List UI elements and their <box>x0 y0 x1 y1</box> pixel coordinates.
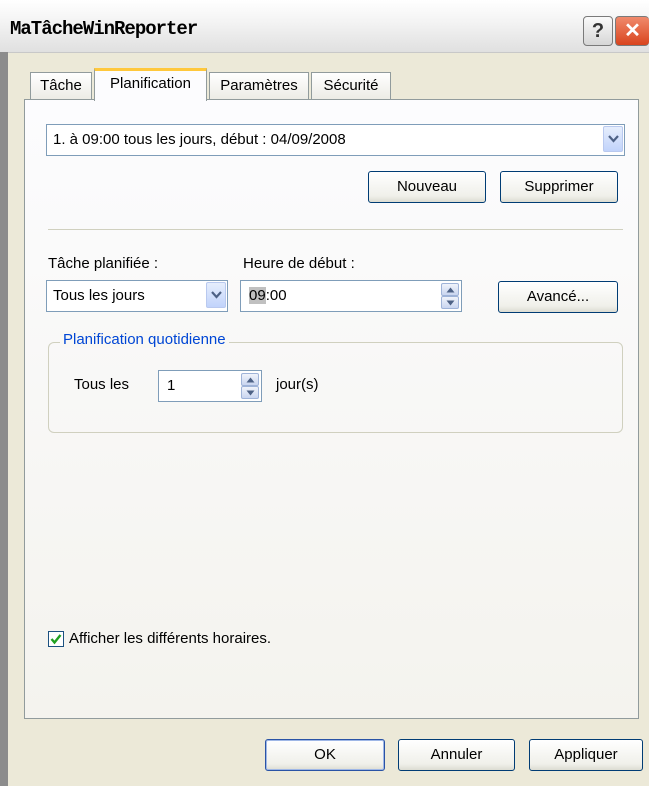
close-button[interactable]: ✕ <box>615 16 649 46</box>
every-days-value: 1 <box>167 377 176 394</box>
spin-up-icon[interactable] <box>441 283 459 296</box>
new-schedule-button[interactable]: Nouveau <box>368 171 486 203</box>
chevron-down-icon[interactable] <box>206 282 226 308</box>
dialog-window: MaTâcheWinReporter ? ✕ Tâche Planificati… <box>0 0 649 786</box>
cancel-button[interactable]: Annuler <box>398 739 515 771</box>
start-time-minutes: :00 <box>265 287 287 304</box>
window-frame-left <box>0 52 8 786</box>
start-time-field[interactable]: 09:00 <box>240 280 462 312</box>
window-title: MaTâcheWinReporter <box>10 18 198 40</box>
spin-down-icon[interactable] <box>241 386 259 399</box>
spin-down-icon[interactable] <box>441 296 459 309</box>
title-bar[interactable]: MaTâcheWinReporter ? ✕ <box>0 0 649 53</box>
tab-parametres[interactable]: Paramètres <box>209 72 309 100</box>
checkmark-icon <box>50 634 62 645</box>
every-days-field[interactable]: 1 <box>158 370 262 402</box>
chevron-down-icon[interactable] <box>603 126 623 152</box>
start-time-label: Heure de début : <box>243 255 355 272</box>
schedule-select-value: 1. à 09:00 tous les jours, début : 04/09… <box>53 131 346 148</box>
apply-button[interactable]: Appliquer <box>529 739 643 771</box>
every-label: Tous les <box>74 376 130 393</box>
ok-button[interactable]: OK <box>265 739 385 771</box>
days-unit-label: jour(s) <box>276 376 319 393</box>
scheduled-task-value: Tous les jours <box>53 287 145 304</box>
scheduled-task-select[interactable]: Tous les jours <box>46 280 228 312</box>
tab-planification[interactable]: Planification <box>94 68 207 101</box>
tab-securite[interactable]: Sécurité <box>311 72 391 100</box>
separator <box>48 229 623 230</box>
daily-schedule-group-label: Planification quotidienne <box>60 331 229 348</box>
schedule-select[interactable]: 1. à 09:00 tous les jours, début : 04/09… <box>46 124 625 156</box>
start-time-hour: 09 <box>249 287 266 304</box>
show-multiple-schedules-checkbox[interactable] <box>48 631 64 647</box>
daily-schedule-group <box>48 342 623 433</box>
start-time-value: 09:00 <box>249 281 287 311</box>
delete-schedule-button[interactable]: Supprimer <box>500 171 618 203</box>
scheduled-task-label: Tâche planifiée : <box>48 255 159 272</box>
advanced-button[interactable]: Avancé... <box>498 281 618 313</box>
spin-up-icon[interactable] <box>241 373 259 386</box>
show-multiple-schedules-label[interactable]: Afficher les différents horaires. <box>69 630 271 647</box>
tab-tache[interactable]: Tâche <box>30 72 92 100</box>
help-button[interactable]: ? <box>583 16 613 46</box>
